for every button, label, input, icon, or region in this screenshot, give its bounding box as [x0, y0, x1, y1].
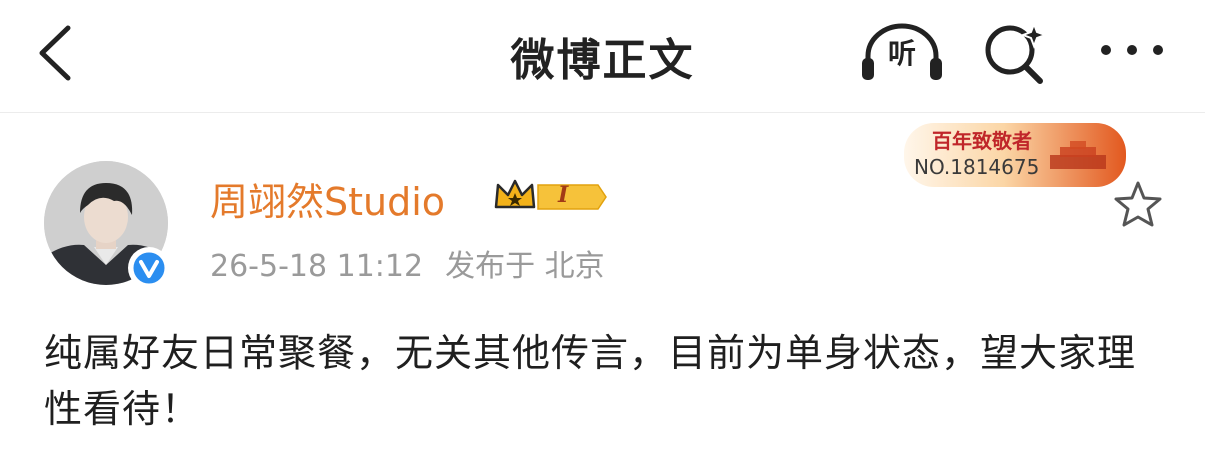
search-sparkle-icon [985, 21, 1048, 84]
member-level-badge[interactable]: I [494, 177, 608, 217]
listen-label: 听 [887, 37, 916, 70]
listen-button[interactable]: 听 [858, 20, 946, 84]
anniversary-title: 百年致敬者 [932, 129, 1032, 153]
favorite-button[interactable] [1110, 177, 1166, 233]
more-button[interactable] [1094, 30, 1174, 70]
weibo-post: 周翊然Studio I 26-5-18 11:12 发布于 北京 百年致敬者 N… [0, 113, 1205, 471]
search-button[interactable] [980, 18, 1052, 88]
post-timestamp: 26-5-18 11:12 [210, 249, 424, 284]
author-name[interactable]: 周翊然Studio [210, 171, 445, 226]
post-content: 纯属好友日常聚餐，无关其他传言，目前为单身状态，望大家理性看待！ [44, 331, 1137, 431]
anniversary-number: NO.1814675 [914, 155, 1040, 179]
anniversary-badge[interactable]: 百年致敬者 NO.1814675 [900, 121, 1130, 189]
verified-icon [130, 249, 168, 287]
member-level-label: I [558, 182, 569, 208]
verified-badge [128, 247, 170, 289]
post-meta: 26-5-18 11:12 发布于 北京 [210, 241, 605, 285]
more-icon [1101, 45, 1163, 55]
top-nav-bar: 微博正文 听 [0, 0, 1205, 113]
star-icon [1114, 181, 1162, 227]
post-location: 发布于 北京 [445, 249, 605, 284]
